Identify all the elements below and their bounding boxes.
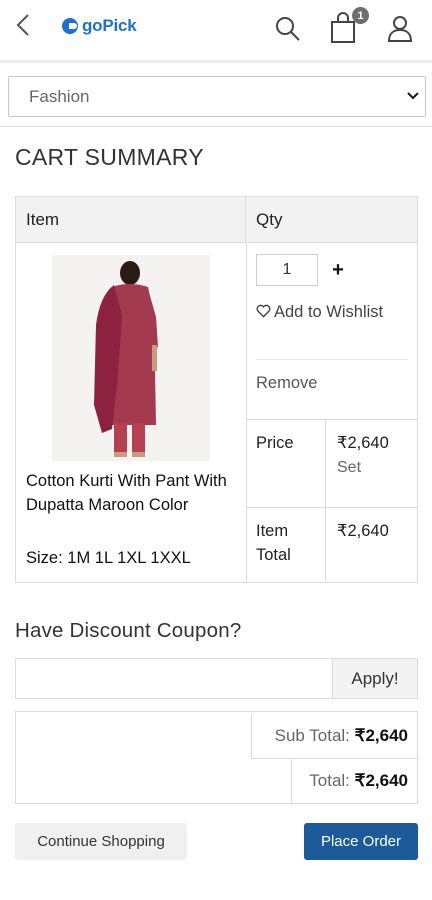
back-arrow-icon[interactable] (10, 10, 36, 40)
price-row-divider (246, 419, 417, 420)
item-total-value: ₹2,640 (337, 522, 389, 540)
cart-table: Item Qty Cotton Kurti With Pant With Dup… (15, 196, 418, 583)
user-icon[interactable] (385, 12, 415, 44)
product-photo (52, 255, 210, 461)
price-label: Price (256, 434, 294, 452)
cart-count-badge: 1 (352, 7, 369, 24)
brand-name: goPick (82, 16, 137, 35)
header-divider (0, 60, 432, 63)
product-name[interactable]: Cotton Kurti With Pant With Dupatta Maro… (26, 469, 238, 517)
add-to-wishlist-link[interactable]: Add to Wishlist (256, 300, 396, 325)
subtotal-label: Sub Total: (274, 726, 350, 745)
category-selected-value: Fashion (29, 86, 90, 106)
heart-icon (256, 304, 271, 318)
app-header: goPick 1 (0, 0, 432, 58)
order-totals: Sub Total: ₹2,640 Total: ₹2,640 (15, 711, 418, 804)
product-size: Size: 1M 1L 1XL 1XXL (26, 549, 191, 567)
place-order-button[interactable]: Place Order (304, 823, 418, 860)
total-label: Total: (309, 771, 350, 790)
page-title: CART SUMMARY (15, 144, 204, 170)
column-divider (246, 243, 247, 582)
coupon-heading: Have Discount Coupon? (15, 619, 242, 642)
subtotal-row: Sub Total: ₹2,640 (275, 726, 408, 746)
quantity-input[interactable]: 1 (256, 254, 318, 286)
item-total-label: Item Total (256, 522, 291, 564)
total-row: Total: ₹2,640 (309, 771, 408, 791)
brand-mark-icon (62, 18, 78, 34)
chevron-down-icon (407, 92, 419, 100)
category-select[interactable]: Fashion (8, 76, 426, 117)
total-cell: Total: ₹2,640 (291, 759, 418, 804)
subtotal-value: ₹2,640 (354, 726, 408, 745)
section-divider (0, 126, 432, 127)
wishlist-divider (256, 359, 408, 360)
quantity-increment-button[interactable]: + (326, 254, 350, 286)
remove-button[interactable]: Remove (256, 374, 317, 393)
price-value: ₹2,640 (337, 434, 389, 452)
brand-logo[interactable]: goPick (62, 13, 137, 39)
total-value: ₹2,640 (354, 771, 408, 790)
product-image[interactable] (52, 255, 210, 461)
price-column-divider (325, 419, 326, 582)
continue-shopping-button[interactable]: Continue Shopping (15, 823, 187, 860)
search-icon[interactable] (273, 12, 303, 44)
coupon-input[interactable] (15, 658, 333, 699)
total-row-divider (246, 507, 417, 508)
apply-coupon-button[interactable]: Apply! (332, 658, 418, 699)
price-unit: Set (337, 459, 362, 476)
column-header-item: Item (16, 197, 246, 243)
subtotal-cell: Sub Total: ₹2,640 (251, 714, 418, 759)
column-header-qty: Qty (246, 197, 417, 243)
wishlist-label: Add to Wishlist (274, 303, 384, 321)
